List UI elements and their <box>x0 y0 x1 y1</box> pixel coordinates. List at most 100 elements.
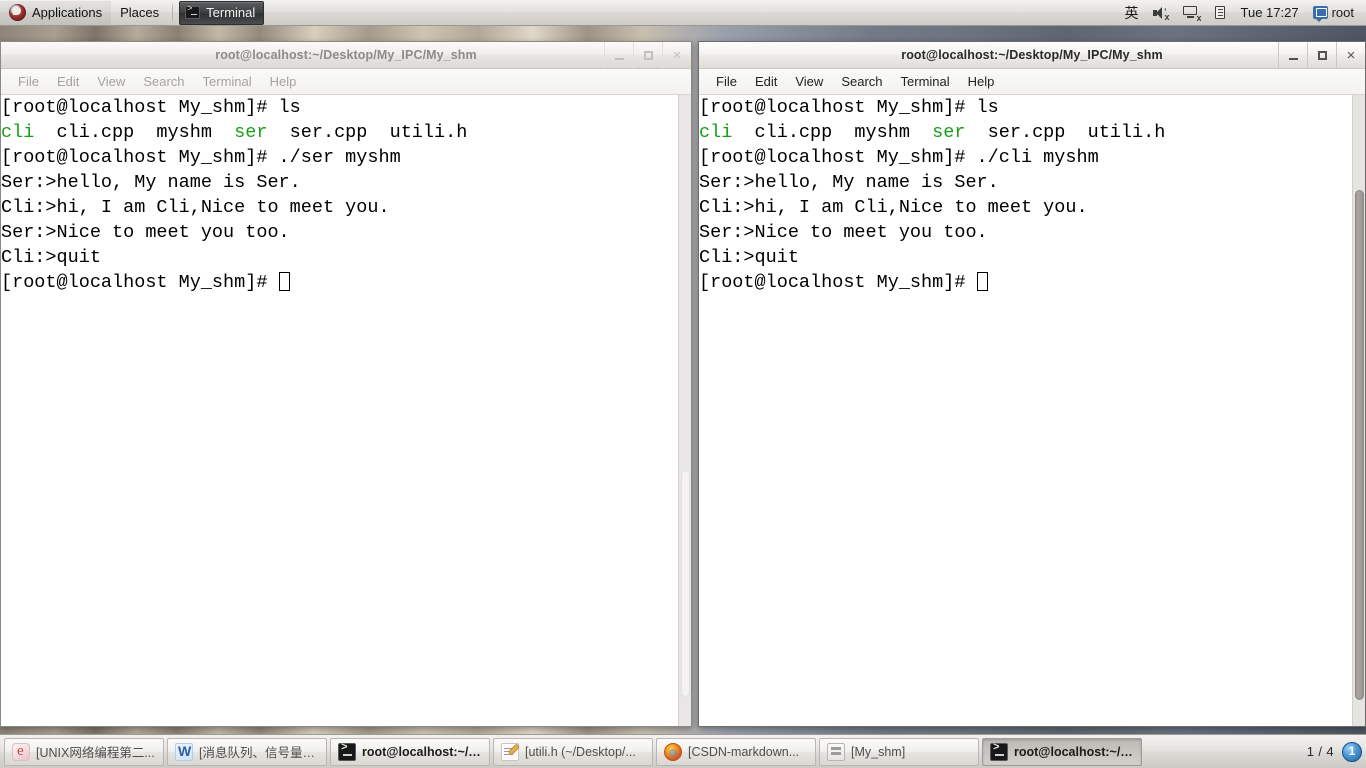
speaker-muted-icon: x <box>1152 6 1170 21</box>
terminal-scrollbar-left[interactable] <box>678 95 691 726</box>
menu-file[interactable]: File <box>9 71 48 92</box>
fedora-logo-icon <box>9 4 26 21</box>
menu-view[interactable]: View <box>786 71 832 92</box>
terminal-line: [root@localhost My_shm]# ./ser myshm <box>1 145 678 170</box>
input-method-label: 英 <box>1124 5 1139 22</box>
menu-view[interactable]: View <box>88 71 134 92</box>
close-button[interactable]: × <box>662 42 691 69</box>
menu-help[interactable]: Help <box>261 71 306 92</box>
terminal-executable-name: cli <box>1 122 35 143</box>
terminal-window-left[interactable]: root@localhost:~/Desktop/My_IPC/My_shm ×… <box>0 41 692 727</box>
terminal-text: Cli:>quit <box>699 247 799 268</box>
terminal-line: Cli:>hi, I am Cli,Nice to meet you. <box>699 195 1352 220</box>
menu-terminal[interactable]: Terminal <box>194 71 261 92</box>
panel-task-terminal[interactable]: Terminal <box>179 0 265 25</box>
close-button[interactable]: × <box>1336 42 1365 69</box>
terminal-line: cli cli.cpp myshm ser ser.cpp utili.h <box>1 120 678 145</box>
menu-edit[interactable]: Edit <box>48 71 88 92</box>
taskbar-item-label: [CSDN-markdown... <box>688 744 800 759</box>
clock[interactable]: Tue 17:27 <box>1239 1 1301 25</box>
minimize-button[interactable] <box>604 42 633 69</box>
terminal-line: [root@localhost My_shm]# ./cli myshm <box>699 145 1352 170</box>
panel-task-label: Terminal <box>206 5 256 20</box>
user-menu[interactable]: root <box>1311 1 1356 25</box>
taskbar-window-list: [UNIX网络编程第二... [消息队列、信号量、... root@localhos… <box>4 737 1299 766</box>
taskbar-item[interactable]: root@localhost:~/D... <box>982 737 1142 766</box>
taskbar-item-label: [消息队列、信号量、... <box>199 746 319 760</box>
user-icon <box>1312 6 1328 22</box>
maximize-button[interactable] <box>1307 42 1336 69</box>
terminal-executable-name: ser <box>932 122 966 143</box>
taskbar-item-label: [utili.h (~/Desktop/... <box>525 744 636 759</box>
taskbar-item[interactable]: [utili.h (~/Desktop/... <box>493 737 653 766</box>
scrollbar-thumb[interactable] <box>1355 190 1364 700</box>
file-manager-icon <box>827 742 845 761</box>
terminal-text: Cli:>hi, I am Cli,Nice to meet you. <box>699 197 1088 218</box>
volume-tray-button[interactable]: x <box>1151 1 1171 25</box>
taskbar-item[interactable]: [My_shm] <box>819 737 979 766</box>
window-title-right: root@localhost:~/Desktop/My_IPC/My_shm <box>901 48 1163 62</box>
terminal-line: cli cli.cpp myshm ser ser.cpp utili.h <box>699 120 1352 145</box>
terminal-text: Ser:>Nice to meet you too. <box>699 222 988 243</box>
firefox-icon <box>664 742 682 761</box>
menubar-right: File Edit View Search Terminal Help <box>699 69 1365 95</box>
terminal-text: [root@localhost My_shm]# ls <box>1 97 301 118</box>
taskbar-item-label: [My_shm] <box>851 744 906 759</box>
terminal-line: Cli:>quit <box>699 245 1352 270</box>
input-method-indicator[interactable]: 英 <box>1123 1 1141 25</box>
titlebar-left[interactable]: root@localhost:~/Desktop/My_IPC/My_shm × <box>1 42 691 69</box>
menu-help[interactable]: Help <box>959 71 1004 92</box>
taskbar-item[interactable]: [UNIX网络编程第二... <box>4 737 164 766</box>
terminal-line: Ser:>hello, My name is Ser. <box>1 170 678 195</box>
taskbar-item[interactable]: root@localhost:~/D... <box>330 737 490 766</box>
terminal-output-left[interactable]: [root@localhost My_shm]# ls cli cli.cpp m… <box>1 95 678 726</box>
menu-terminal[interactable]: Terminal <box>892 71 959 92</box>
top-panel: Applications Places Terminal 英 x x <box>0 0 1366 26</box>
maximize-button[interactable] <box>633 42 662 69</box>
menu-file[interactable]: File <box>707 71 746 92</box>
terminal-line: [root@localhost My_shm]# ls <box>1 95 678 120</box>
terminal-text: [root@localhost My_shm]# ./cli myshm <box>699 147 1099 168</box>
applications-menu[interactable]: Applications <box>0 0 112 25</box>
places-menu[interactable]: Places <box>111 1 168 25</box>
network-tray-button[interactable]: x <box>1181 1 1202 25</box>
terminal-line: [root@localhost My_shm]# ls <box>699 95 1352 120</box>
terminal-output-right[interactable]: [root@localhost My_shm]# ls cli cli.cpp m… <box>699 95 1352 726</box>
taskbar-item[interactable]: [CSDN-markdown... <box>656 737 816 766</box>
terminal-area-left: [root@localhost My_shm]# ls cli cli.cpp m… <box>1 95 691 726</box>
terminal-window-right[interactable]: root@localhost:~/Desktop/My_IPC/My_shm ×… <box>698 41 1366 727</box>
workspace-switcher[interactable]: 1 / 4 1 <box>1299 741 1362 762</box>
taskbar-item[interactable]: [消息队列、信号量、... <box>167 737 327 766</box>
terminal-executable-name: cli <box>699 122 733 143</box>
menu-search[interactable]: Search <box>134 71 193 92</box>
minimize-button[interactable] <box>1278 42 1307 69</box>
workspace-badge[interactable]: 1 <box>1342 741 1362 762</box>
terminal-scrollbar-right[interactable] <box>1352 95 1365 726</box>
user-menu-label: root <box>1331 5 1354 20</box>
places-menu-label: Places <box>120 4 160 20</box>
window-buttons-right: × <box>1278 42 1365 69</box>
terminal-text: [root@localhost My_shm]# <box>699 272 977 293</box>
terminal-text: ser.cpp utili.h <box>267 122 468 143</box>
clipboard-tray-button[interactable] <box>1212 1 1229 25</box>
scrollbar-thumb[interactable] <box>681 470 690 697</box>
taskbar-item-label: [UNIX网络编程第二... <box>36 746 155 760</box>
terminal-icon <box>990 742 1008 761</box>
terminal-text: Ser:>hello, My name is Ser. <box>699 172 999 193</box>
terminal-text: [root@localhost My_shm]# <box>1 272 279 293</box>
terminal-text: cli.cpp myshm <box>732 122 933 143</box>
terminal-text: Ser:>Nice to meet you too. <box>1 222 290 243</box>
terminal-text: Cli:>quit <box>1 247 101 268</box>
terminal-text: [root@localhost My_shm]# ls <box>699 97 999 118</box>
clock-label: Tue 17:27 <box>1240 5 1299 20</box>
terminal-icon <box>185 4 201 19</box>
terminal-text: ser.cpp utili.h <box>965 122 1166 143</box>
menu-search[interactable]: Search <box>832 71 891 92</box>
terminal-line: [root@localhost My_shm]# <box>699 270 1352 295</box>
titlebar-right[interactable]: root@localhost:~/Desktop/My_IPC/My_shm × <box>699 42 1365 69</box>
wps-writer-icon <box>175 742 193 761</box>
panel-separator <box>172 1 174 24</box>
network-disconnected-icon: x <box>1182 5 1202 22</box>
menu-edit[interactable]: Edit <box>746 71 786 92</box>
window-title-left: root@localhost:~/Desktop/My_IPC/My_shm <box>215 48 477 62</box>
